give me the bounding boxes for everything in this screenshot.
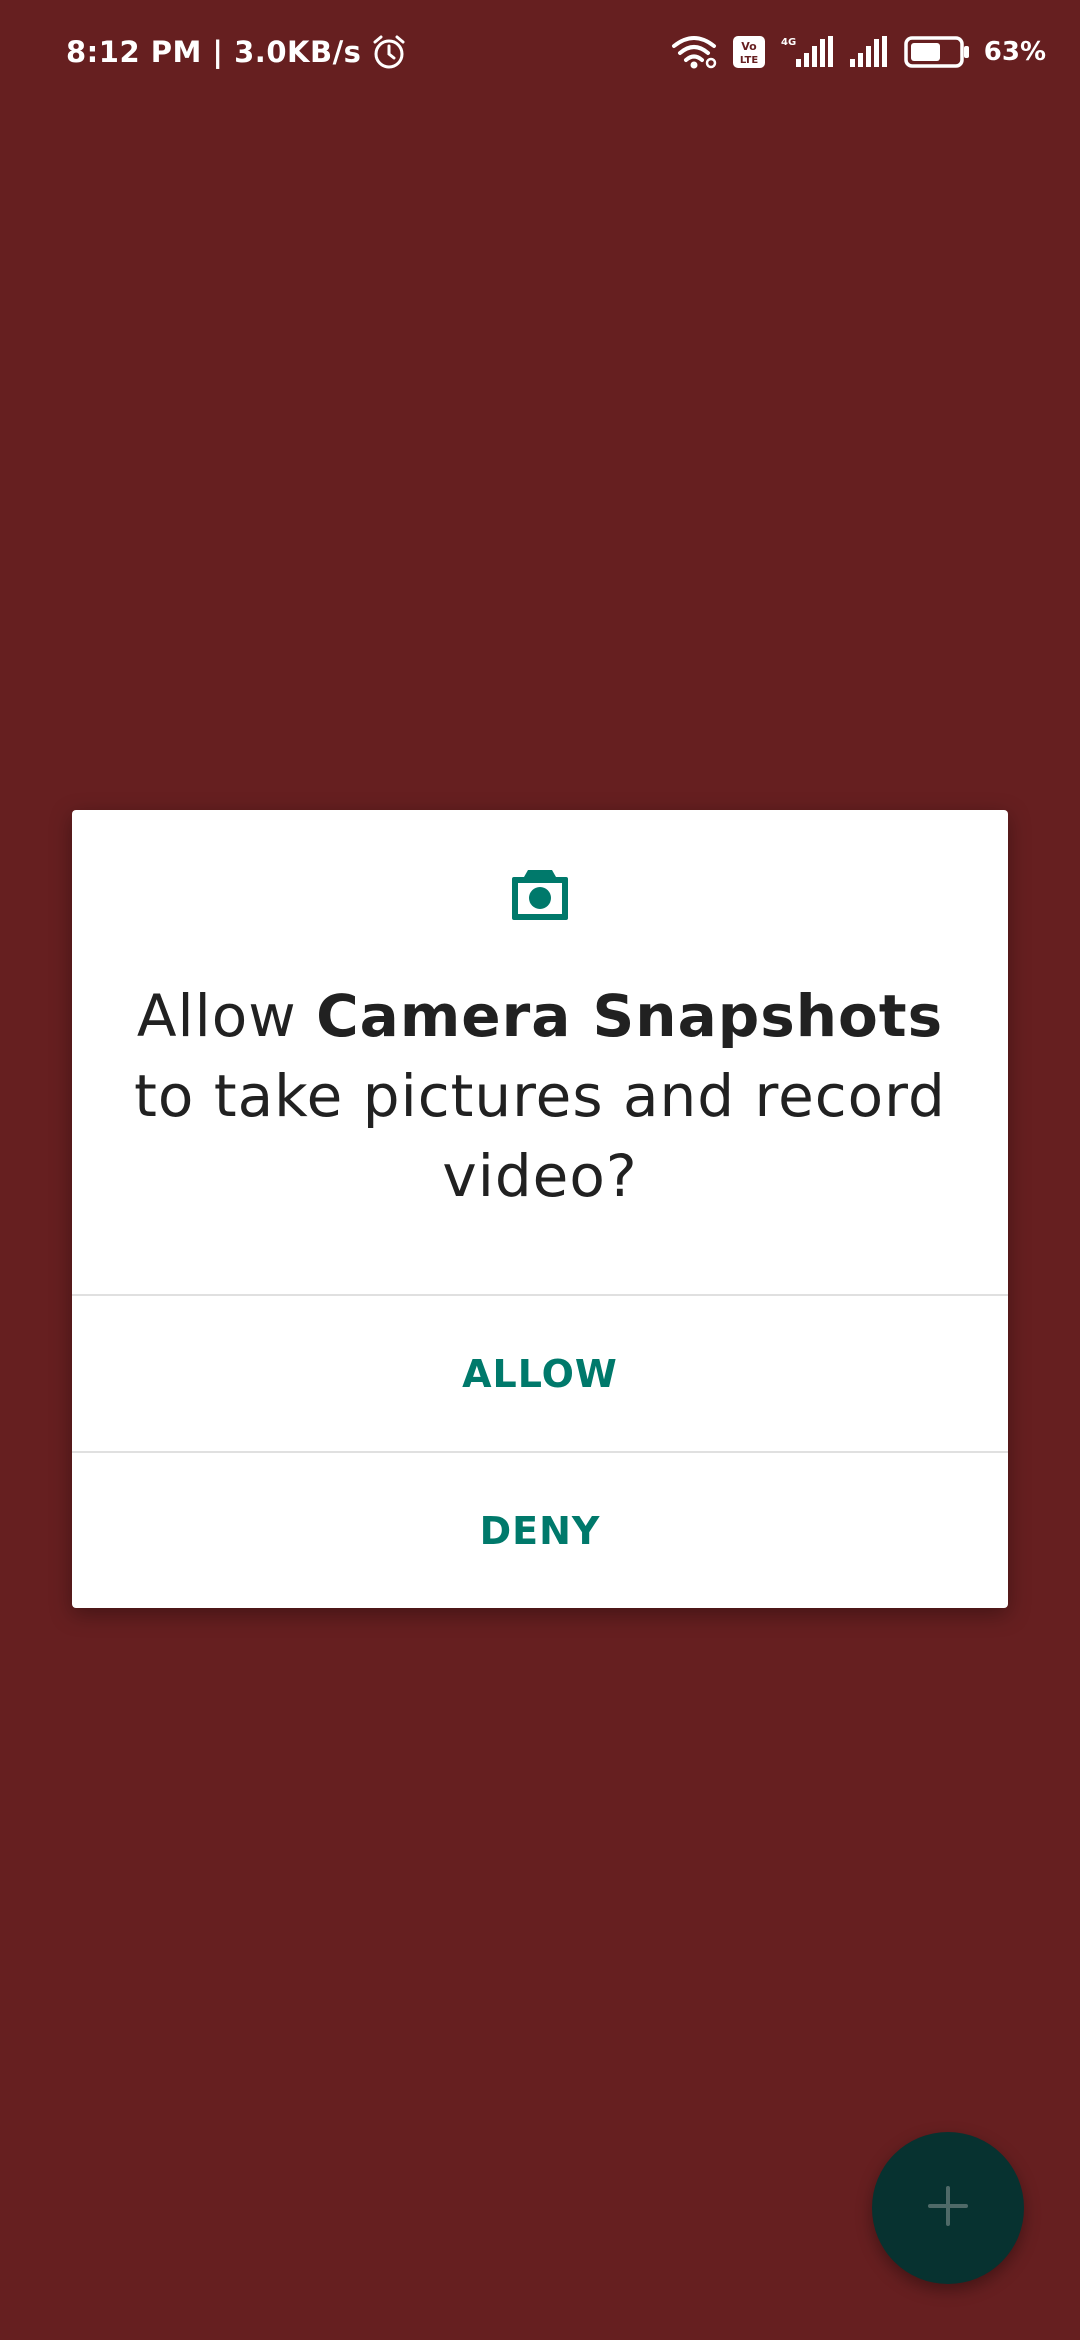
permission-dialog: Allow Camera Snapshots to take pictures … bbox=[72, 810, 1008, 1608]
allow-button[interactable]: ALLOW bbox=[72, 1296, 1008, 1451]
permission-message: Allow Camera Snapshots to take pictures … bbox=[132, 976, 948, 1216]
message-prefix: Allow bbox=[136, 982, 317, 1050]
deny-button[interactable]: DENY bbox=[72, 1453, 1008, 1608]
dialog-header: Allow Camera Snapshots to take pictures … bbox=[72, 810, 1008, 1294]
app-name: Camera Snapshots bbox=[316, 982, 944, 1050]
camera-icon bbox=[510, 866, 570, 922]
add-fab-button[interactable] bbox=[872, 2132, 1024, 2284]
message-suffix: to take pictures and record video? bbox=[134, 1062, 946, 1210]
plus-icon bbox=[924, 2182, 972, 2234]
